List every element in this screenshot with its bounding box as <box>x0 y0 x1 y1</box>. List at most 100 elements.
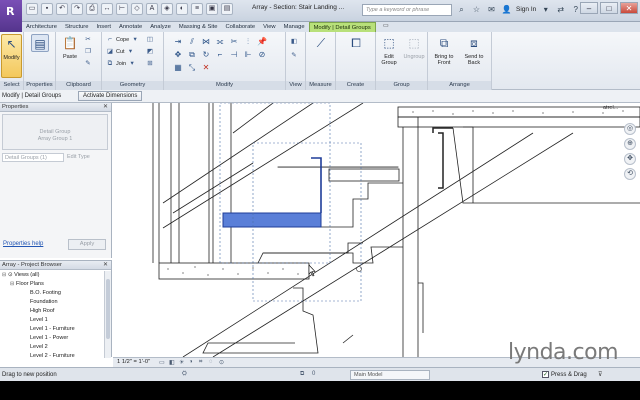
close-hidden-icon[interactable]: ▣ <box>206 3 218 15</box>
tag-icon[interactable]: ◇ <box>131 3 143 15</box>
tab-massing-site[interactable]: Massing & Site <box>175 22 222 32</box>
instance-filter-select[interactable]: Detail Groups (1) <box>2 153 64 162</box>
cut-geometry-button[interactable]: ◪ Cut ▾ <box>106 48 135 56</box>
split-icon[interactable]: ✂ <box>228 36 240 47</box>
split-gap-icon[interactable]: ⫶ <box>242 36 254 47</box>
split-face-icon[interactable]: ◫ <box>146 36 154 44</box>
override-graphics-icon[interactable]: ✎ <box>290 52 298 60</box>
tree-item[interactable]: ⊟ Floor Plans <box>0 280 104 289</box>
tree-item[interactable]: Level 1 - Power <box>0 334 104 343</box>
cope-button[interactable]: ⌐ Cope ▾ <box>106 36 139 44</box>
properties-help-link[interactable]: Properties help <box>3 241 43 247</box>
design-options-icon[interactable]: ⧉ <box>300 371 304 378</box>
edit-group-button[interactable]: ⬚ Edit Group <box>377 34 401 78</box>
redo-icon[interactable]: ↷ <box>71 3 83 15</box>
switch-windows-icon[interactable]: ▤ <box>221 3 233 15</box>
shadows-icon[interactable]: ◑ <box>189 359 193 365</box>
measure-button[interactable]: ⟋ <box>309 34 333 78</box>
chevron-down-icon[interactable]: ▾ <box>540 4 551 15</box>
rotate-icon[interactable]: ↻ <box>200 49 212 60</box>
tree-item[interactable]: ⊟ ⊙ Views (all) <box>0 271 104 280</box>
properties-button[interactable]: ▤ <box>28 34 52 78</box>
paint-icon[interactable]: ◩ <box>146 48 154 56</box>
copy-icon[interactable]: ❐ <box>84 48 92 56</box>
close-icon[interactable]: ✕ <box>103 261 108 270</box>
edit-type-button[interactable]: Edit Type <box>67 153 90 163</box>
wall-joins-icon[interactable]: ⊞ <box>146 60 154 68</box>
press-drag-checkbox[interactable]: ✓ <box>542 371 549 378</box>
trim-single-icon[interactable]: ⊣ <box>228 49 240 60</box>
minimize-button[interactable]: – <box>580 2 598 14</box>
dimension-icon[interactable]: ⊢ <box>116 3 128 15</box>
maximize-button[interactable]: □ <box>600 2 618 14</box>
temporary-hide-icon[interactable]: ◌ <box>209 359 213 365</box>
pin-icon[interactable]: 📌 <box>256 36 268 47</box>
tab-annotate[interactable]: Annotate <box>115 22 146 32</box>
ungroup-button[interactable]: ⬚ Ungroup <box>402 34 426 78</box>
tab-view[interactable]: View <box>259 22 279 32</box>
create-group-button[interactable]: ⧠ <box>344 34 368 78</box>
activate-dimensions-button[interactable]: Activate Dimensions <box>78 91 143 101</box>
tab-architecture[interactable]: Architecture <box>22 22 61 32</box>
steering-wheel-icon[interactable]: ◎ <box>624 123 636 135</box>
press-drag-toggle[interactable]: ✓ Press & Drag <box>542 371 587 378</box>
view-scale[interactable]: 1 1/2" = 1'-0" <box>117 359 150 365</box>
apply-button[interactable]: Apply <box>68 239 106 250</box>
modify-button[interactable]: ↖ Modify <box>1 34 22 78</box>
text-icon[interactable]: A <box>146 3 158 15</box>
scrollbar-thumb[interactable] <box>106 279 110 339</box>
type-selector[interactable]: Detail Group Array Group 1 <box>2 114 108 150</box>
tab-analyze[interactable]: Analyze <box>146 22 175 32</box>
offset-icon[interactable]: ⫽ <box>186 36 198 47</box>
orbit-icon[interactable]: ⟲ <box>624 168 636 180</box>
close-button[interactable]: ✕ <box>620 2 638 14</box>
tab-modify-detail-groups[interactable]: Modify | Detail Groups <box>308 22 376 32</box>
cut-clipboard-icon[interactable]: ✂ <box>84 36 92 44</box>
delete-icon[interactable]: ✕ <box>200 62 212 73</box>
select-panel-label[interactable]: Select <box>0 81 23 90</box>
thin-lines-icon[interactable]: ≡ <box>191 3 203 15</box>
open-icon[interactable]: ▭ <box>26 3 38 15</box>
exchange-icon[interactable]: ⇄ <box>555 4 566 15</box>
reveal-hidden-icon[interactable]: ⊙ <box>219 359 224 366</box>
tree-item[interactable]: Level 1 - Furniture <box>0 325 104 334</box>
join-button[interactable]: ⧉ Join ▾ <box>106 60 136 68</box>
paste-button[interactable]: 📋 Paste <box>58 34 82 78</box>
mirror-draw-icon[interactable]: ⟗ <box>214 36 226 47</box>
tree-item[interactable]: High Roof <box>0 307 104 316</box>
undo-icon[interactable]: ↶ <box>56 3 68 15</box>
communication-icon[interactable]: ✉ <box>486 4 497 15</box>
trim-multiple-icon[interactable]: ⊩ <box>242 49 254 60</box>
tab-structure[interactable]: Structure <box>61 22 93 32</box>
crop-icon[interactable]: ⌗ <box>199 359 202 366</box>
tree-item[interactable]: B.O. Footing <box>0 289 104 298</box>
tab-manage[interactable]: Manage <box>280 22 309 32</box>
tree-item[interactable]: Level 2 <box>0 343 104 352</box>
selected-riser[interactable] <box>311 157 322 213</box>
section-icon[interactable]: ◐ <box>176 3 188 15</box>
filter-icon[interactable]: ⊽ <box>598 371 602 378</box>
model-select[interactable]: Main Model <box>350 370 430 380</box>
move-icon[interactable]: ✥ <box>172 49 184 60</box>
tab-collaborate[interactable]: Collaborate <box>221 22 259 32</box>
search-input[interactable]: Type a keyword or phrase <box>362 4 452 16</box>
selected-tread[interactable] <box>222 212 322 228</box>
print-icon[interactable]: ⎙ <box>86 3 98 15</box>
search-icon[interactable]: ⌕ <box>456 4 467 15</box>
visual-style-icon[interactable]: ◧ <box>169 359 175 366</box>
pan-icon[interactable]: ✥ <box>624 153 636 165</box>
3d-view-icon[interactable]: ◈ <box>161 3 173 15</box>
ribbon-minimize-icon[interactable]: ▭ <box>380 22 392 31</box>
trim-icon[interactable]: ⌐ <box>214 49 226 60</box>
measure-icon[interactable]: ↔ <box>101 3 113 15</box>
worksets-icon[interactable]: ⛭ <box>182 371 187 378</box>
tab-insert[interactable]: Insert <box>92 22 115 32</box>
subscription-icon[interactable]: ☆ <box>471 4 482 15</box>
tree-item[interactable]: Level 2 - Furniture <box>0 352 104 361</box>
tree-item[interactable]: Foundation <box>0 298 104 307</box>
unpin-icon[interactable]: ⊘ <box>256 49 268 60</box>
send-to-back-button[interactable]: ⧈ Send to Back <box>460 34 488 78</box>
section-drawing[interactable] <box>113 103 640 357</box>
drawing-canvas[interactable]: atrel... ◎ ⊕ ✥ ⟲ <box>113 103 640 357</box>
user-icon[interactable]: 👤 <box>501 4 512 15</box>
